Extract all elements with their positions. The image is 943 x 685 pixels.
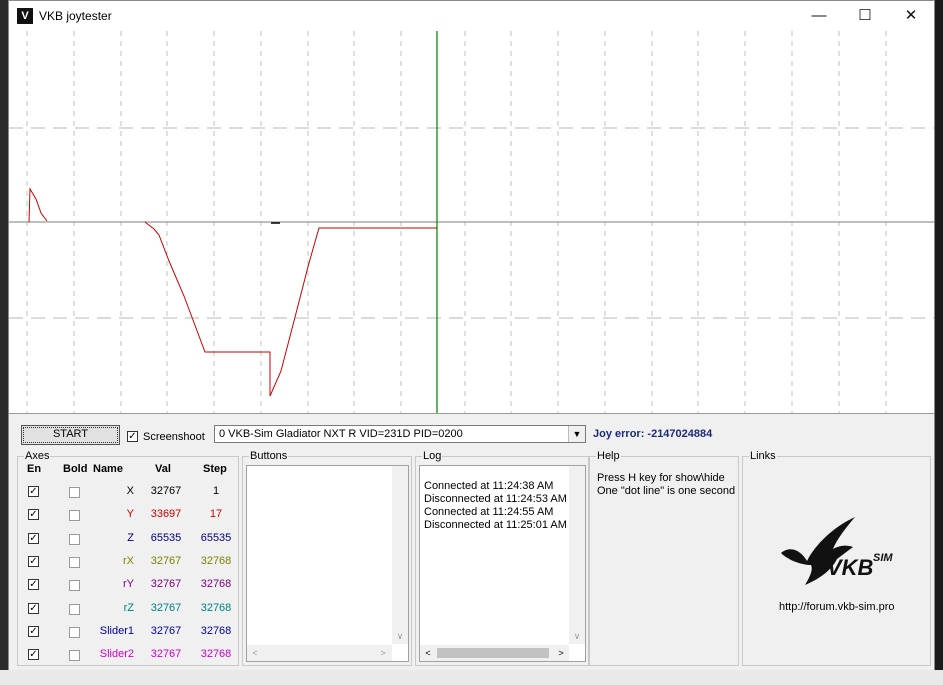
axis-val-cell: 32767 <box>150 648 182 660</box>
chevron-down-icon[interactable]: ▼ <box>568 426 585 442</box>
background-window <box>935 0 943 685</box>
axis-val-cell: 65535 <box>150 532 182 544</box>
axis-enable-checkbox[interactable]: ✓ <box>28 509 39 520</box>
buttons-scrollbar-v[interactable]: ∨ <box>392 466 408 644</box>
axis-bold-checkbox[interactable] <box>69 580 80 591</box>
axis-enable-checkbox[interactable]: ✓ <box>28 579 39 590</box>
log-scrollbar-h[interactable]: < > <box>420 645 569 661</box>
screenshot-label: Screenshoot <box>143 431 205 443</box>
axis-plot <box>9 31 934 414</box>
axes-group: Axes En Bold Name Val Step ✓ X 32767 1 ✓ Y 336… <box>17 450 239 666</box>
scroll-right-icon[interactable]: > <box>375 645 391 661</box>
header-val: Val <box>155 463 171 475</box>
minimize-icon[interactable]: — <box>796 1 842 31</box>
log-group: Log Connected at 11:24:38 AM Disconnecte… <box>415 450 589 666</box>
axis-step-cell: 32768 <box>200 555 232 567</box>
window-title: VKB joytester <box>39 9 112 23</box>
help-line: One "dot line" is one second <box>597 485 736 497</box>
header-en: En <box>27 463 42 475</box>
log-line: Connected at 11:24:38 AM <box>424 480 554 492</box>
help-title: Help <box>596 450 621 462</box>
axis-bold-checkbox[interactable] <box>69 487 80 498</box>
axis-name-cell: Slider1 <box>99 625 134 637</box>
log-scrollbar-v[interactable]: ∨ <box>569 466 585 644</box>
svg-text:SIM: SIM <box>873 552 893 564</box>
axis-step-cell: 65535 <box>200 532 232 544</box>
device-select-value: 0 VKB-Sim Gladiator NXT R VID=231D PID=0… <box>219 428 463 440</box>
log-line: Disconnected at 11:24:53 AM <box>424 493 567 505</box>
axis-bold-checkbox[interactable] <box>69 650 80 661</box>
help-group: Help Press H key for show\hide One "dot … <box>589 450 739 666</box>
device-select[interactable]: 0 VKB-Sim Gladiator NXT R VID=231D PID=0… <box>214 425 586 443</box>
plot-trace-y <box>144 221 437 397</box>
axis-bold-checkbox[interactable] <box>69 627 80 638</box>
close-icon[interactable]: ✕ <box>888 1 934 31</box>
axis-bold-checkbox[interactable] <box>69 557 80 568</box>
axis-val-cell: 32767 <box>150 625 182 637</box>
axis-val-cell: 33697 <box>150 508 182 520</box>
scroll-down-icon[interactable]: ∨ <box>569 628 585 644</box>
axis-enable-checkbox[interactable]: ✓ <box>28 556 39 567</box>
axis-step-cell: 32768 <box>200 602 232 614</box>
axis-enable-checkbox[interactable]: ✓ <box>28 486 39 497</box>
screenshot-checkbox[interactable]: ✓ <box>127 431 138 442</box>
axis-name-cell: Z <box>127 532 134 544</box>
axes-title: Axes <box>24 450 51 462</box>
buttons-group: Buttons ∨ < > <box>242 450 412 666</box>
axis-enable-checkbox[interactable]: ✓ <box>28 626 39 637</box>
svg-text:VKB: VKB <box>827 555 874 580</box>
header-name: Name <box>93 463 123 475</box>
axis-val-cell: 32767 <box>150 602 182 614</box>
axis-bold-checkbox[interactable] <box>69 604 80 615</box>
log-list[interactable]: Connected at 11:24:38 AM Disconnected at… <box>419 465 586 662</box>
buttons-scrollbar-h[interactable]: < > <box>247 645 392 661</box>
axis-name-cell: rX <box>123 555 134 567</box>
links-title: Links <box>749 450 777 462</box>
scroll-down-icon[interactable]: ∨ <box>392 628 408 644</box>
maximize-icon[interactable]: ☐ <box>842 1 888 31</box>
axis-enable-checkbox[interactable]: ✓ <box>28 649 39 660</box>
plot-canvas <box>9 31 934 413</box>
axis-val-cell: 32767 <box>150 485 182 497</box>
vkb-logo-icon: V <box>17 8 33 24</box>
axis-step-cell: 32768 <box>200 648 232 660</box>
header-bold: Bold <box>63 463 88 475</box>
axis-name-cell: X <box>126 485 134 497</box>
axis-step-cell: 32768 <box>200 578 232 590</box>
vkb-sim-logo[interactable]: VKB SIM <box>775 515 905 595</box>
axis-step-cell: 32768 <box>200 625 232 637</box>
axis-bold-checkbox[interactable] <box>69 534 80 545</box>
app-window: V VKB joytester — ☐ ✕ START ✓ Screenshoo… <box>8 0 935 670</box>
control-panel: START ✓ Screenshoot 0 VKB-Sim Gladiator … <box>9 414 934 670</box>
title-bar[interactable]: V VKB joytester — ☐ ✕ <box>9 1 934 31</box>
scroll-left-icon[interactable]: < <box>420 645 436 661</box>
background-strip <box>0 670 943 685</box>
axis-name-cell: rZ <box>123 602 134 614</box>
scroll-left-icon[interactable]: < <box>247 645 263 661</box>
start-button[interactable]: START <box>21 425 120 445</box>
links-group: Links VKB SIM http://forum.vkb-sim.pro <box>742 450 931 666</box>
buttons-title: Buttons <box>249 450 289 462</box>
axis-val-cell: 32767 <box>150 555 182 567</box>
log-scroll-thumb[interactable] <box>437 648 549 658</box>
axis-name-cell: Slider2 <box>99 648 134 660</box>
axis-name-cell: rY <box>123 578 134 590</box>
joy-error-text: Joy error: -2147024884 <box>593 428 713 440</box>
axis-enable-checkbox[interactable]: ✓ <box>28 603 39 614</box>
axis-val-cell: 32767 <box>150 578 182 590</box>
scroll-right-icon[interactable]: > <box>553 645 569 661</box>
axis-name-cell: Y <box>126 508 134 520</box>
axis-step-cell: 1 <box>212 485 220 497</box>
axis-enable-checkbox[interactable]: ✓ <box>28 533 39 544</box>
axis-bold-checkbox[interactable] <box>69 510 80 521</box>
log-line: Connected at 11:24:55 AM <box>424 506 554 518</box>
log-title: Log <box>422 450 443 462</box>
log-line: Disconnected at 11:25:01 AM <box>424 519 567 531</box>
header-step: Step <box>203 463 227 475</box>
buttons-list[interactable]: ∨ < > <box>246 465 409 662</box>
help-line: Press H key for show\hide <box>597 472 725 484</box>
links-url[interactable]: http://forum.vkb-sim.pro <box>779 601 895 613</box>
axis-step-cell: 17 <box>209 508 223 520</box>
plot-trace <box>28 187 48 223</box>
